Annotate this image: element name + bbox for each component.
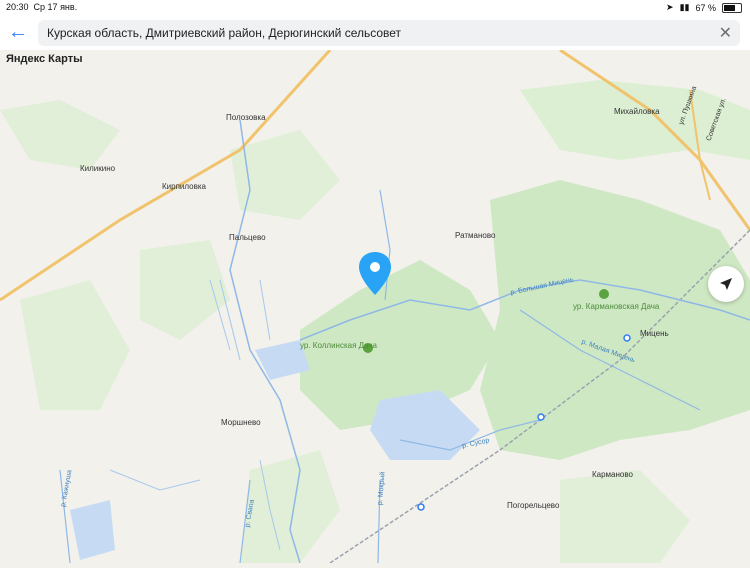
locate-me-button[interactable] [708,266,744,302]
status-icons: ➤ ▮▮ 67 % [666,2,742,13]
status-bar: 20:30 Ср 17 янв. ➤ ▮▮ 67 % [0,0,750,16]
place-label[interactable]: Полозовка [226,113,266,122]
provider-logo: Яндекс Карты [6,53,83,65]
place-label[interactable]: Ратманово [455,231,495,240]
status-time-date: 20:30 Ср 17 янв. [6,2,78,12]
signal-icon: ▮▮ [679,2,690,12]
nature-label[interactable]: ур. Коллинская Дача [300,341,377,350]
place-label[interactable]: Мицень [640,329,669,338]
battery-percent: 67 % [695,2,716,13]
location-arrow-icon: ➤ [666,2,674,12]
back-arrow-icon[interactable]: ← [8,22,28,42]
navigation-arrow-icon [720,278,732,290]
clear-icon[interactable]: ✕ [719,23,732,43]
search-field[interactable]: Курская область, Дмитриевский район, Дер… [38,20,740,46]
place-label[interactable]: Михайловка [614,107,660,116]
place-label[interactable]: Моршнево [221,418,261,427]
place-label[interactable]: Пальцево [229,233,266,242]
search-query: Курская область, Дмитриевский район, Дер… [47,26,402,40]
place-label[interactable]: Карманово [592,470,633,479]
place-label[interactable]: Погорельцево [507,501,559,510]
place-label[interactable]: Кирпиловка [162,182,206,191]
nature-label[interactable]: ур. Кармановская Дача [573,302,659,311]
search-bar: ← Курская область, Дмитриевский район, Д… [0,16,750,50]
battery-icon [722,2,742,13]
place-label[interactable]: Киликино [80,164,115,173]
